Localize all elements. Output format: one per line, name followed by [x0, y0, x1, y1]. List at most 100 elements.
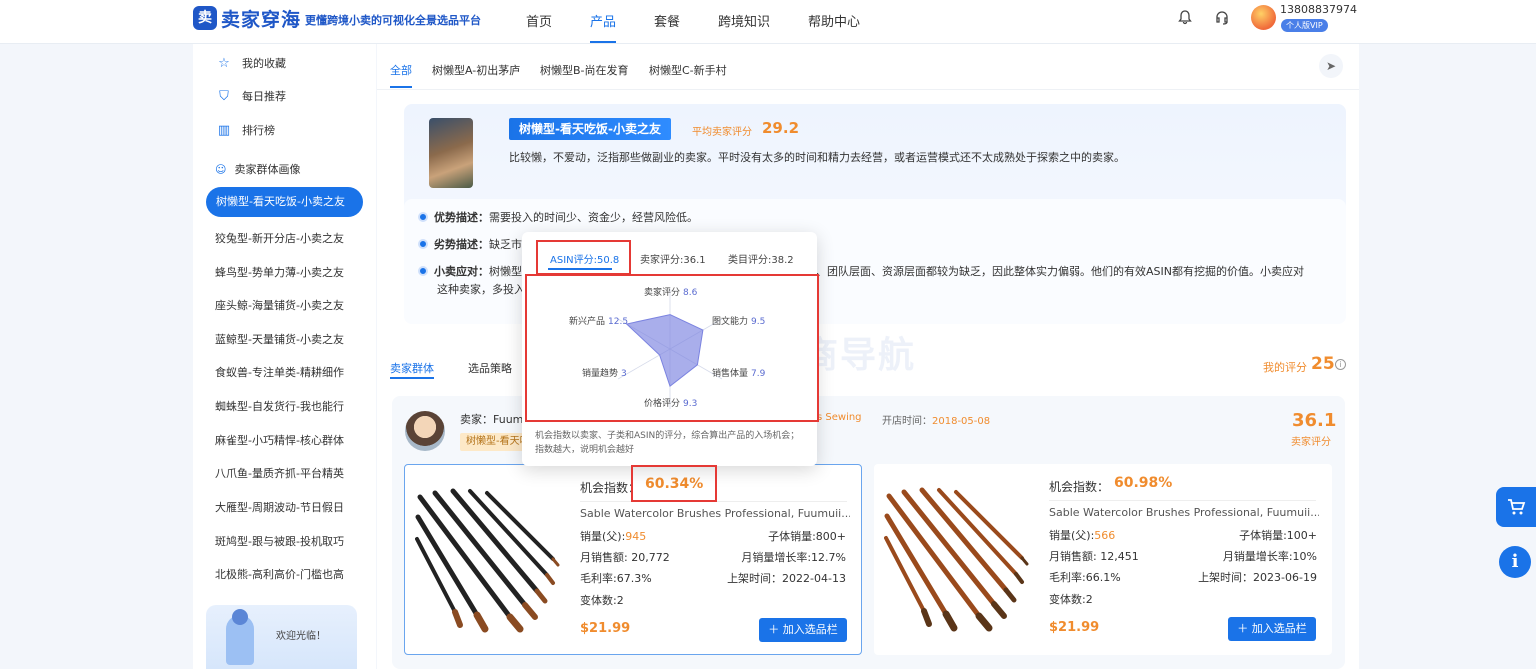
logo-slogan: 更懂跨境小卖的可视化全景选品平台 [305, 14, 481, 27]
sidebar-item-daily[interactable]: ⛉ 每日推荐 [193, 84, 376, 110]
tab-divider [377, 89, 1359, 90]
sidebar-item-favorites[interactable]: ☆ 我的收藏 [193, 51, 376, 77]
cart-icon[interactable] [1496, 487, 1536, 527]
sidebar-group-sparrow[interactable]: 麻雀型-小巧精悍-核心群体 [215, 432, 365, 448]
sidebar-group-polarbear[interactable]: 北极熊-高利高价-门槛也高 [215, 566, 365, 582]
sidebar-group-spider[interactable]: 蜘蛛型-自发货行-我也能行 [215, 398, 365, 414]
bar-chart-icon: ▥ [217, 123, 231, 138]
bullet-icon [418, 239, 428, 249]
listed-date: 上架时间：2022-04-13 [727, 572, 846, 585]
highlight-radar [525, 274, 819, 422]
open-date: 开店时间：2018-05-08 [882, 416, 991, 427]
welcome-text: 欢迎光临！ [276, 631, 326, 642]
product-price: $21.99 [580, 621, 631, 636]
nav-home[interactable]: 首页 [526, 11, 552, 30]
user-avatar[interactable] [1251, 5, 1276, 30]
sidebar-group-goose[interactable]: 大雁型-周期波动-节日假日 [215, 499, 365, 515]
logo-icon[interactable]: 卖 [193, 6, 217, 30]
seller-avatar[interactable] [405, 411, 445, 451]
tab-selection-strategy[interactable]: 选品策略 [468, 360, 512, 376]
tab-sloth-c[interactable]: 树懒型C-新手村 [649, 62, 727, 78]
sidebar-group-octopus[interactable]: 八爪鱼-量质齐抓-平台精英 [215, 465, 365, 481]
my-score-label: 我的评分 [1263, 361, 1307, 374]
top-header: 卖 卖家穿海 更懂跨境小卖的可视化全景选品平台 首页 产品 套餐 跨境知识 帮助… [0, 0, 1536, 44]
parent-sales: 销量(父):566 [1049, 529, 1116, 542]
response-row-tail: 、团队层面、资源层面都较为缺乏，因此整体实力偏弱。他们的有效ASIN都有挖掘的价… [816, 265, 1304, 278]
logo-text[interactable]: 卖家穿海 [221, 5, 301, 32]
add-to-selection-button[interactable]: ＋ 加入选品栏 [1228, 617, 1316, 641]
nav-knowledge[interactable]: 跨境知识 [718, 11, 770, 30]
sidebar: ☆ 我的收藏 ⛉ 每日推荐 ▥ 排行榜 ☺ 卖家群体画像 树懒型-看天吃饭-小卖之… [193, 44, 376, 669]
product-price: $21.99 [1049, 620, 1100, 635]
vip-badge: 个人版VIP [1281, 19, 1328, 32]
advantage-row: 优势描述：需要投入的时间少、资金少，经营风险低。 [418, 209, 698, 227]
welcome-banner: 欢迎光临！ [206, 605, 357, 669]
persona-description: 比较懒，不爱动，泛指那些做副业的卖家。平时没有太多的时间和精力去经营，或者运营模… [509, 151, 1125, 164]
persona-image [429, 118, 473, 188]
bullet-icon [418, 212, 428, 222]
sidebar-section-personas: ☺ 卖家群体画像 [215, 163, 301, 176]
child-sales: 子体销量:800+ [768, 530, 846, 543]
opportunity-label: 机会指数： [1049, 480, 1110, 494]
nav-products[interactable]: 产品 [590, 11, 616, 30]
tab-all[interactable]: 全部 [390, 62, 412, 78]
product-card[interactable]: 机会指数： 60.98% Sable Watercolor Brushes Pr… [874, 464, 1332, 655]
user-phone[interactable]: 13808837974 [1280, 3, 1357, 16]
add-to-selection-button[interactable]: ＋ 加入选品栏 [759, 618, 847, 642]
response-row: 小卖应对：树懒型 [418, 263, 522, 281]
bell-icon[interactable] [1175, 9, 1195, 29]
variant-count: 变体数:2 [580, 594, 624, 607]
highlight-asin-score [536, 240, 631, 275]
seller-name[interactable]: 卖家：Fuum [460, 411, 523, 427]
product-image [415, 488, 560, 633]
tab-sloth-b[interactable]: 树懒型B-尚在发育 [540, 62, 629, 78]
nav-active-indicator [590, 41, 616, 43]
sidebar-item-ranking[interactable]: ▥ 排行榜 [193, 118, 376, 144]
product-title[interactable]: Sable Watercolor Brushes Professional, F… [1049, 506, 1319, 519]
headset-icon[interactable] [1212, 9, 1232, 29]
sidebar-group-dove[interactable]: 斑鸠型-跟与被跟-投机取巧 [215, 533, 365, 549]
parent-sales: 销量(父):945 [580, 530, 647, 543]
monthly-revenue: 月销售额: 12,451 [1049, 550, 1139, 563]
highlight-opportunity [631, 465, 717, 502]
popup-note: 机会指数以卖家、子类和ASIN的评分，综合算出产品的入场机会；指数越大，说明机会… [535, 431, 800, 455]
product-image [884, 487, 1029, 632]
star-icon: ☆ [218, 56, 230, 71]
sidebar-group-hummingbird[interactable]: 蜂鸟型-势单力薄-小卖之友 [215, 264, 365, 280]
info-icon[interactable]: i [1335, 359, 1346, 370]
bullet-icon [418, 266, 428, 276]
sidebar-group-bluewhale[interactable]: 蓝鲸型-天量铺货-小卖之友 [215, 331, 365, 347]
store-name[interactable]: s Sewing [817, 412, 862, 423]
send-icon[interactable]: ➤ [1319, 54, 1343, 78]
info-icon[interactable]: i [1499, 546, 1531, 578]
seller-score-value: 36.1 [1292, 410, 1337, 431]
sidebar-group-sloth[interactable]: 树懒型-看天吃饭-小卖之友 [206, 187, 363, 217]
persona-title: 树懒型-看天吃饭-小卖之友 [509, 118, 671, 140]
avg-score-value: 29.2 [762, 119, 800, 137]
nav-plans[interactable]: 套餐 [654, 11, 680, 30]
divider [1049, 500, 1316, 501]
sidebar-group-anteater[interactable]: 食蚁兽-专注单类-精耕细作 [215, 364, 365, 380]
disadvantage-row: 劣势描述：缺乏市 [418, 236, 522, 254]
response-row-line2: 这种卖家，多投入 [437, 283, 525, 296]
sales-growth: 月销量增长率:12.7% [741, 551, 846, 564]
welcome-illustration-head [232, 609, 248, 625]
my-score-value: 25 [1311, 354, 1335, 374]
section-tab-indicator [390, 377, 434, 379]
sidebar-group-rabbit[interactable]: 狡兔型-新开分店-小卖之友 [215, 230, 365, 246]
product-title[interactable]: Sable Watercolor Brushes Professional, F… [580, 507, 850, 520]
listed-date: 上架时间：2023-06-19 [1198, 571, 1317, 584]
monthly-revenue: 月销售额: 20,772 [580, 551, 670, 564]
tab-seller-group[interactable]: 卖家群体 [390, 360, 434, 376]
tab-sloth-a[interactable]: 树懒型A-初出茅庐 [432, 62, 520, 78]
user-group-icon: ☺ [215, 163, 227, 176]
variant-count: 变体数:2 [1049, 593, 1093, 606]
tab-active-indicator [390, 86, 412, 88]
sidebar-group-humpback[interactable]: 座头鲸-海量铺货-小卖之友 [215, 297, 365, 313]
avg-score-label: 平均卖家评分 [692, 127, 752, 138]
sales-growth: 月销量增长率:10% [1222, 550, 1317, 563]
opportunity-value: 60.98% [1114, 475, 1173, 491]
gross-margin: 毛利率:67.3% [580, 572, 652, 585]
gross-margin: 毛利率:66.1% [1049, 571, 1121, 584]
nav-help[interactable]: 帮助中心 [808, 11, 860, 30]
